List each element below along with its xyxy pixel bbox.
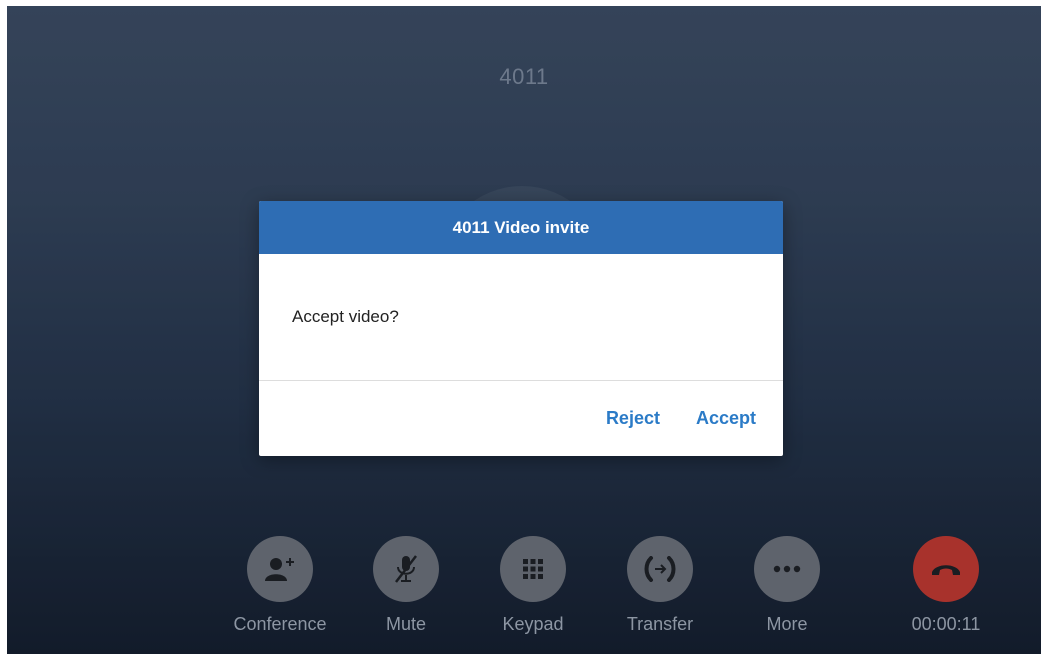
- transfer-label: Transfer: [626, 614, 694, 634]
- reject-button[interactable]: Reject: [606, 408, 660, 429]
- hangup-icon: [932, 565, 960, 575]
- conference-button[interactable]: Conference: [220, 536, 340, 635]
- keypad-icon-circle[interactable]: [500, 536, 566, 602]
- transfer-button[interactable]: Transfer: [600, 536, 720, 635]
- accept-button[interactable]: Accept: [696, 408, 756, 429]
- mute-icon-circle[interactable]: [373, 536, 439, 602]
- add-contact-icon: [265, 558, 294, 581]
- more-icon-circle[interactable]: [754, 536, 820, 602]
- more-button[interactable]: More: [727, 536, 847, 635]
- conference-icon-circle[interactable]: [247, 536, 313, 602]
- mute-label: Mute: [385, 614, 427, 634]
- call-timer: 00:00:11: [911, 614, 981, 634]
- keypad-button[interactable]: Keypad: [473, 536, 593, 635]
- dialog-title: 4011 Video invite: [259, 201, 783, 254]
- more-label: More: [766, 614, 808, 634]
- mute-button[interactable]: Mute: [346, 536, 466, 635]
- video-invite-dialog: 4011 Video invite Accept video? Reject A…: [259, 201, 783, 456]
- dialog-message: Accept video?: [259, 254, 783, 381]
- hangup-icon-circle[interactable]: [913, 536, 979, 602]
- more-icon: [773, 565, 801, 573]
- keypad-icon: [523, 559, 543, 579]
- keypad-label: Keypad: [502, 614, 564, 634]
- transfer-icon-circle[interactable]: [627, 536, 693, 602]
- transfer-icon: [644, 556, 676, 582]
- conference-label: Conference: [233, 614, 327, 634]
- dialog-actions: Reject Accept: [259, 381, 783, 456]
- mic-off-icon: [395, 555, 417, 583]
- hangup-button[interactable]: 00:00:11: [886, 536, 1006, 635]
